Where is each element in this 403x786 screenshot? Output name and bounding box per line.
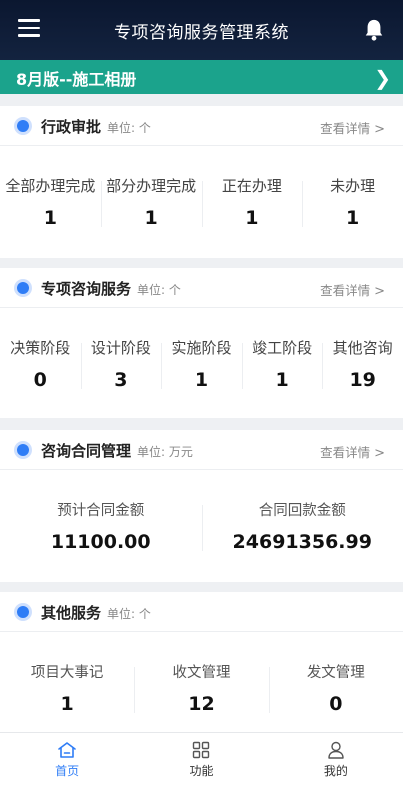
- view-details-link[interactable]: 查看详情 >: [320, 442, 385, 461]
- stat-completion-stage[interactable]: 竣工阶段 1: [241, 337, 323, 391]
- section-dot-icon: [17, 444, 29, 456]
- section-contract-management: 咨询合同管理 单位: 万元 查看详情 > 预计合同金额 11100.00 合同回款金额…: [0, 430, 403, 582]
- section-title: 其他服务: [41, 604, 102, 622]
- stat-design-stage[interactable]: 设计阶段 3: [80, 337, 162, 391]
- section-dot-icon: [17, 606, 29, 618]
- banner-text: 8月版--施工相册: [16, 70, 137, 89]
- stats-row: 预计合同金额 11100.00 合同回款金额 24691356.99: [0, 499, 403, 553]
- stat-implementation-stage[interactable]: 实施阶段 1: [161, 337, 242, 391]
- section-other-services: 其他服务 单位: 个 项目大事记 1 收文管理 12 发文管理 0: [0, 592, 403, 732]
- tab-label: 首页: [55, 764, 80, 778]
- tab-mine[interactable]: 我的: [269, 733, 403, 786]
- stat-partial-done[interactable]: 部分办理完成 1: [100, 175, 202, 229]
- section-header: 专项咨询服务 单位: 个 查看详情 >: [0, 268, 403, 308]
- bottom-tab-bar: 首页 功能 我的: [0, 732, 403, 786]
- section-dot-icon: [17, 120, 29, 132]
- stat-estimated-contract-amount[interactable]: 预计合同金额 11100.00: [0, 499, 202, 553]
- home-icon: [58, 742, 76, 758]
- tab-label: 功能: [189, 764, 214, 778]
- user-icon: [328, 741, 344, 759]
- stat-all-done[interactable]: 全部办理完成 1: [0, 175, 101, 229]
- app-title: 专项咨询服务管理系统: [114, 23, 289, 43]
- tab-functions[interactable]: 功能: [134, 733, 268, 786]
- view-details-link[interactable]: 查看详情 >: [320, 280, 385, 299]
- section-unit: 单位: 万元: [137, 445, 193, 459]
- stat-other-consulting[interactable]: 其他咨询 19: [322, 337, 403, 391]
- section-title: 行政审批: [41, 118, 102, 136]
- chevron-right-icon: >: [374, 446, 385, 461]
- section-unit: 单位: 个: [137, 283, 181, 297]
- section-title: 专项咨询服务: [41, 280, 132, 298]
- section-dot-icon: [17, 282, 29, 294]
- stats-row: 决策阶段 0 设计阶段 3 实施阶段 1 竣工阶段 1 其他咨询 19: [0, 337, 403, 391]
- section-header: 其他服务 单位: 个: [0, 592, 403, 632]
- stats-row: 全部办理完成 1 部分办理完成 1 正在办理 1 未办理 1: [0, 175, 403, 229]
- chevron-right-icon: ❯: [374, 66, 391, 90]
- stats-row: 项目大事记 1 收文管理 12 发文管理 0: [0, 661, 403, 715]
- grid-icon: [193, 741, 210, 759]
- bell-icon[interactable]: [363, 18, 385, 42]
- stat-not-handled[interactable]: 未办理 1: [302, 175, 403, 229]
- section-consulting-service: 专项咨询服务 单位: 个 查看详情 > 决策阶段 0 设计阶段 3 实施阶段 1 竣工阶段…: [0, 268, 403, 418]
- album-banner[interactable]: 8月版--施工相册 ❯: [0, 60, 403, 94]
- app-header: 专项咨询服务管理系统: [0, 0, 403, 60]
- stat-contract-payment-received[interactable]: 合同回款金额 24691356.99: [201, 499, 403, 553]
- section-header: 咨询合同管理 单位: 万元 查看详情 >: [0, 430, 403, 470]
- section-title: 咨询合同管理: [41, 442, 132, 460]
- section-header: 行政审批 单位: 个 查看详情 >: [0, 106, 403, 146]
- tab-label: 我的: [323, 764, 348, 778]
- stat-decision-stage[interactable]: 决策阶段 0: [0, 337, 81, 391]
- view-details-link[interactable]: 查看详情 >: [320, 118, 385, 137]
- tab-home[interactable]: 首页: [0, 733, 134, 786]
- chevron-right-icon: >: [374, 284, 385, 299]
- stat-outgoing-documents[interactable]: 发文管理 0: [268, 661, 403, 715]
- stat-project-milestones[interactable]: 项目大事记 1: [0, 661, 134, 715]
- chevron-right-icon: >: [374, 122, 385, 137]
- section-unit: 单位: 个: [107, 121, 151, 135]
- stat-in-progress[interactable]: 正在办理 1: [201, 175, 303, 229]
- section-unit: 单位: 个: [107, 607, 151, 621]
- stat-incoming-documents[interactable]: 收文管理 12: [134, 661, 268, 715]
- section-admin-approval: 行政审批 单位: 个 查看详情 > 全部办理完成 1 部分办理完成 1 正在办理 1 未办…: [0, 106, 403, 258]
